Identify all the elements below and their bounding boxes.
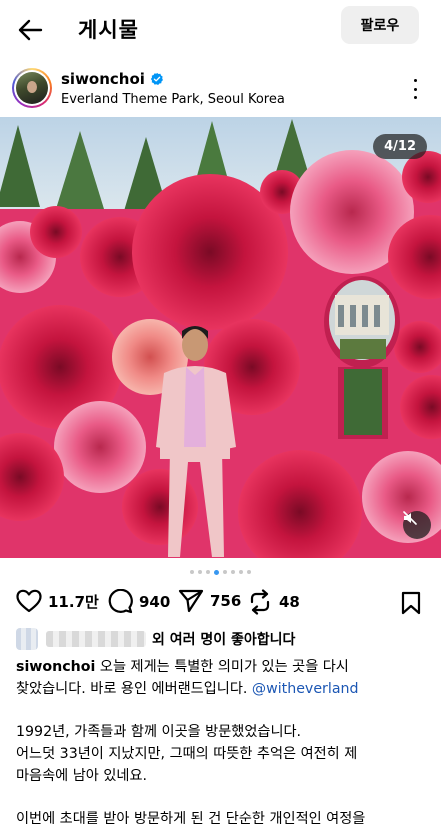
back-button[interactable] — [14, 14, 46, 46]
avatar[interactable] — [12, 68, 52, 108]
bookmark-icon — [401, 591, 421, 615]
likes-text: 외 여러 명이 좋아합니다 — [152, 632, 296, 648]
reposts-count: 48 — [279, 593, 300, 611]
carousel-dot — [223, 570, 227, 574]
caption-para3-line1: 이번에 초대를 받아 방문하게 된 건 단순한 개인적인 여정을 — [16, 811, 366, 824]
mention-link[interactable]: @witheverland — [252, 681, 359, 697]
caption-para2-line2: 어느덧 33년이 지났지만, 그때의 따뜻한 추억은 여전히 제 — [16, 746, 358, 762]
comment-icon — [108, 589, 133, 614]
caption-para2-line3: 마음속에 남아 있네요. — [16, 768, 148, 784]
carousel-dot — [198, 570, 202, 574]
bookmark-button[interactable] — [401, 591, 421, 619]
shares-count: 756 — [210, 592, 242, 610]
liker-name-redacted — [46, 631, 146, 647]
repost-icon — [250, 589, 270, 615]
share-button[interactable]: 756 — [178, 589, 241, 613]
post-author: siwonchoi Everland Theme Park, Seoul Kor… — [0, 66, 441, 112]
mute-button[interactable] — [403, 511, 431, 539]
carousel-dot — [206, 570, 210, 574]
post-location[interactable]: Everland Theme Park, Seoul Korea — [61, 92, 285, 107]
post-photo[interactable]: 4/12 — [0, 117, 441, 558]
photo-counter: 4/12 — [373, 134, 427, 159]
verified-badge-icon — [150, 72, 163, 85]
carousel-dot — [239, 570, 243, 574]
author-username[interactable]: siwonchoi — [61, 70, 164, 88]
share-icon — [178, 589, 204, 613]
top-bar: 게시물 팔로우 — [0, 0, 441, 58]
repost-button[interactable]: 48 — [247, 589, 300, 615]
username-text: siwonchoi — [61, 70, 145, 88]
action-bar: 11.7만 940 756 48 — [0, 589, 441, 619]
page-title: 게시물 — [78, 18, 139, 42]
more-options-icon[interactable] — [405, 76, 425, 102]
mute-icon — [403, 511, 417, 525]
liker-avatar — [16, 628, 38, 650]
caption-username[interactable]: siwonchoi — [16, 659, 95, 675]
like-button[interactable]: 11.7만 — [16, 589, 99, 613]
post-caption: siwonchoi 오늘 제게는 특별한 의미가 있는 곳을 다시 찾았습니다.… — [16, 656, 426, 824]
caption-line-2: 찾았습니다. 바로 용인 에버랜드입니다. — [16, 681, 248, 697]
likes-count: 11.7만 — [48, 592, 99, 611]
carousel-indicator — [0, 569, 441, 575]
photo-illustration — [0, 117, 441, 558]
comment-button[interactable]: 940 — [107, 589, 170, 614]
caption-line-1: 오늘 제게는 특별한 의미가 있는 곳을 다시 — [99, 659, 349, 675]
carousel-dot-active — [214, 569, 219, 575]
caption-para2-line1: 1992년, 가족들과 함께 이곳을 방문했었습니다. — [16, 724, 302, 740]
comments-count: 940 — [139, 592, 171, 611]
carousel-dot — [231, 570, 235, 574]
back-arrow-icon — [18, 19, 43, 41]
carousel-dot — [190, 570, 194, 574]
likes-summary[interactable]: 외 여러 명이 좋아합니다 — [16, 628, 295, 650]
carousel-dot — [247, 570, 251, 574]
follow-button[interactable]: 팔로우 — [341, 6, 419, 44]
heart-icon — [16, 589, 42, 613]
